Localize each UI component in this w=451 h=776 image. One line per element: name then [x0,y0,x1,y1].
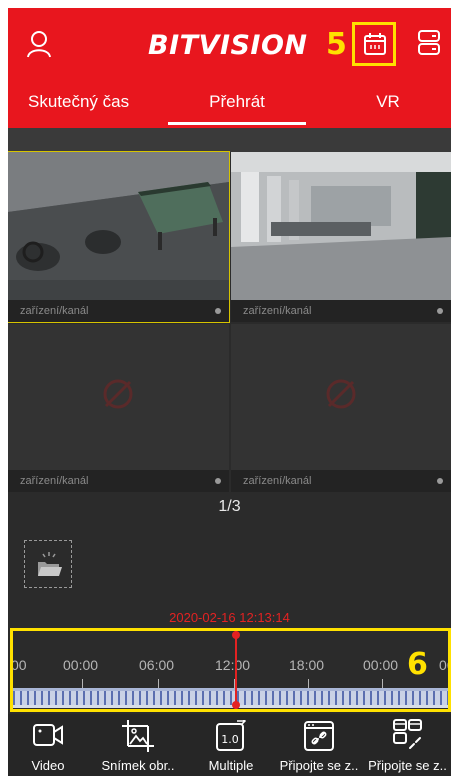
tool-label: Video [31,758,65,773]
tick-label: 18:00 [289,657,325,673]
recording-segments [13,691,448,705]
playback-timeline[interactable]: 00 00:00 06:00 12:00 18:00 00:00 06 6 [10,628,451,712]
annotation-number-5: 5 [326,27,347,62]
video-cell-3[interactable]: zařízení/kanál [8,324,229,492]
sub-bar [8,128,451,152]
link-screen-icon [304,721,334,751]
device-list-icon[interactable] [418,30,440,61]
app-frame: BITVISION 5 Skutečný čas Přehrát VR zaří… [8,8,451,776]
playback-timestamp: 2020-02-16 12:13:14 [169,610,290,625]
status-dot [215,478,221,484]
tab-live[interactable]: Skutečný čas [28,92,138,112]
tick-label: 00:00 [63,657,99,673]
folder-icon [38,552,62,576]
snapshot-button[interactable]: Snímek obr.. [94,714,182,776]
tab-vr[interactable]: VR [348,92,428,112]
calendar-button[interactable] [352,22,396,66]
snapshot-icon [122,720,154,752]
video-cell-2[interactable]: zařízení/kanál [231,152,451,322]
tick-label: 12:00 [215,657,251,673]
tab-playback[interactable]: Přehrát [168,92,306,112]
no-video-icon [323,376,359,417]
cell-caption: zařízení/kanál [8,300,229,322]
tool-label: Snímek obr.. [101,758,175,773]
playhead-top-dot [232,631,240,639]
tab-bar: Skutečný čas Přehrát VR [8,84,451,128]
video-record-button[interactable]: Video [8,714,88,776]
annotation-number-6: 6 [407,647,428,682]
tool-label: Připojte se z.. [279,758,359,773]
video-icon [33,724,63,746]
playback-speed-button[interactable]: 1.0 Multiple [198,714,264,776]
camera-feed-image [231,152,451,300]
calendar-icon [364,33,386,55]
speed-badge: 1.0 [221,733,239,746]
camera-feed-image [8,152,229,300]
speed-icon: 1.0 [216,720,247,751]
user-icon[interactable] [26,30,52,58]
status-dot [437,308,443,314]
link-devices-icon [393,719,422,749]
video-cell-4[interactable]: zařízení/kanál [231,324,451,492]
status-dot [215,308,221,314]
status-dot [437,478,443,484]
active-tab-indicator [168,122,306,125]
tool-label: Multiple [208,758,254,773]
tool-label: Připojte se z.. [368,758,447,773]
video-grid: zařízení/kanál zařízení/kanál zařízení/k… [8,151,451,492]
video-cell-1[interactable]: zařízení/kanál [8,151,230,323]
page-indicator: 1/3 [8,492,451,522]
playhead[interactable] [235,631,237,709]
cell-caption: zařízení/kanál [231,470,451,492]
tick-label: 06 [439,657,448,673]
playhead-bottom-dot [232,701,240,709]
tick-label: 06:00 [139,657,175,673]
phone-screen: BITVISION 5 Skutečný čas Přehrát VR zaří… [0,0,451,776]
cell-caption: zařízení/kanál [8,470,229,492]
connect-screen-button[interactable]: Připojte se z.. [274,714,364,776]
no-video-icon [100,376,136,417]
recordings-folder-button[interactable] [24,540,72,588]
tick-label: 00 [11,657,27,673]
connect-devices-button[interactable]: Připojte se z.. [364,714,451,776]
bottom-toolbar: Video Snímek obr.. 1.0 Multiple Připojte… [8,714,451,776]
tick-label: 00:00 [363,657,399,673]
app-header: BITVISION 5 Skutečný čas Přehrát VR [8,8,451,128]
brand-logo: BITVISION [148,30,308,61]
cell-caption: zařízení/kanál [231,300,451,322]
